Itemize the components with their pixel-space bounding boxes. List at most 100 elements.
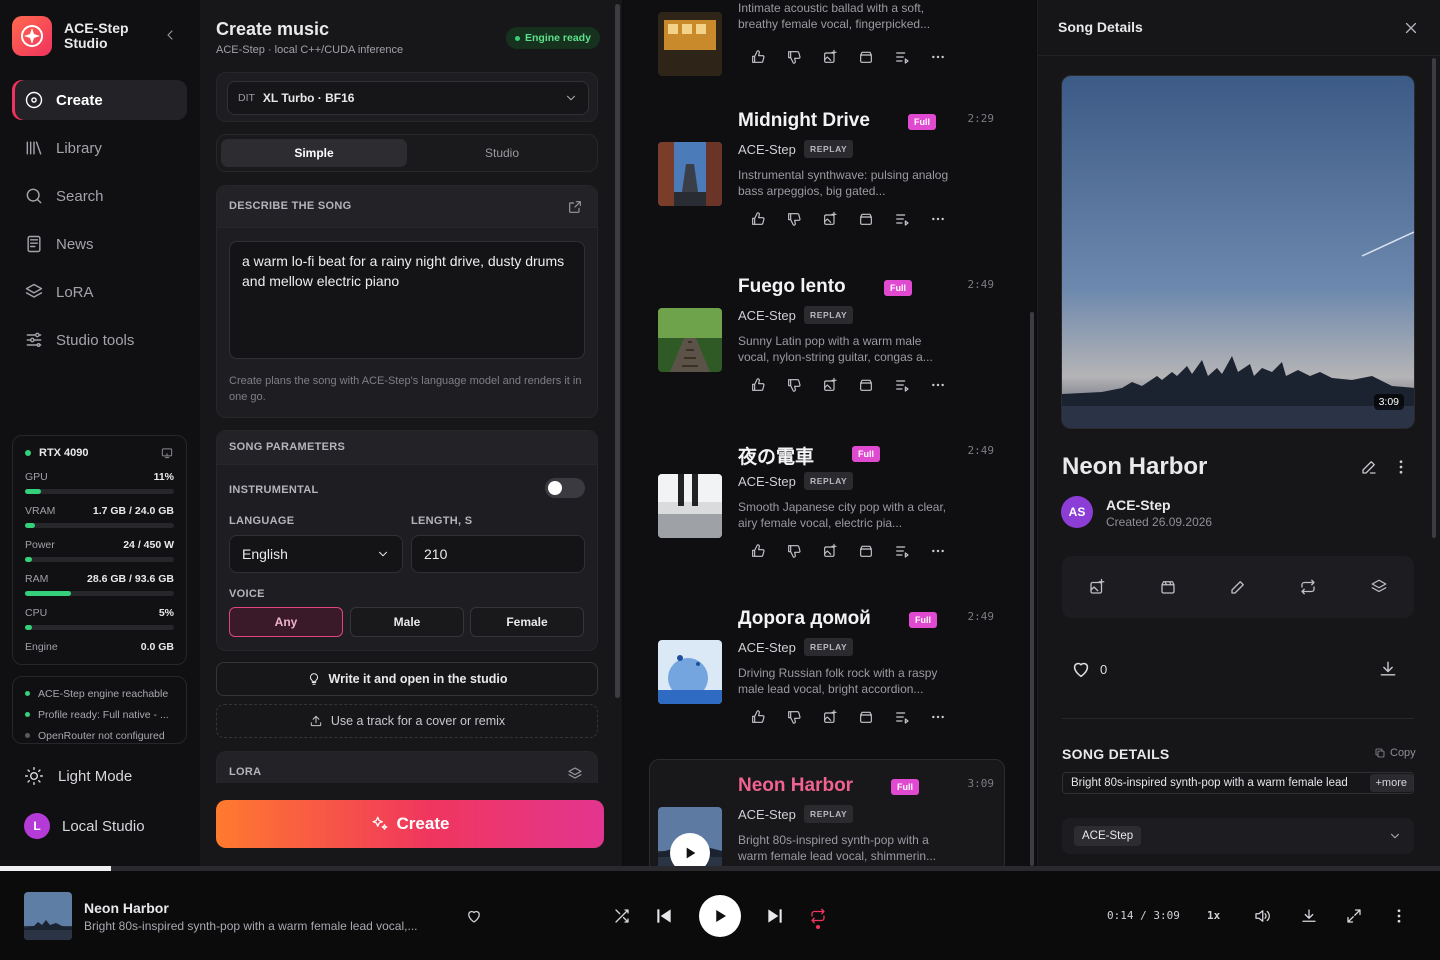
instrumental-toggle[interactable] [545,478,585,498]
expand-icon[interactable] [1345,907,1363,925]
song-title[interactable]: Midnight Drive [738,110,870,132]
thumbs-down-icon[interactable] [786,49,822,65]
cover-art[interactable]: 1 3:09 [1061,75,1415,429]
thumbs-down-icon[interactable] [786,377,822,393]
image-plus-icon[interactable] [1088,578,1106,596]
thumbs-up-icon[interactable] [750,49,786,65]
artist-name[interactable]: ACE-Step [1106,497,1171,513]
more-horizontal-icon[interactable] [930,543,966,559]
add-to-queue-icon[interactable] [894,709,930,725]
nav-studio-tools[interactable]: Studio tools [12,320,187,360]
nav-library[interactable]: Library [12,128,187,168]
mode-studio[interactable]: Studio [409,139,595,167]
image-plus-icon[interactable] [822,211,858,227]
video-icon[interactable] [858,709,894,725]
more-horizontal-icon[interactable] [930,377,966,393]
add-to-queue-icon[interactable] [894,211,930,227]
more-horizontal-icon[interactable] [930,211,966,227]
song-artist[interactable]: ACE-Step [738,807,796,822]
thumbs-up-icon[interactable] [750,211,786,227]
video-icon[interactable] [1159,578,1177,596]
voice-any[interactable]: Any [229,607,343,637]
expand-icon[interactable] [567,199,583,215]
song-artist[interactable]: ACE-Step [738,142,796,157]
list-scrollbar[interactable] [1028,0,1036,866]
song-title[interactable]: 夜の電車 [738,442,814,469]
more-vertical-icon[interactable] [1392,458,1410,476]
song-item[interactable]: Дорога домой Full 2:49 ACE-Step REPLAY Drivin… [650,608,1004,768]
song-thumbnail[interactable] [658,640,722,704]
thumbs-up-icon[interactable] [750,543,786,559]
song-item[interactable]: 夜の電車 Full 2:49 ACE-Step REPLAY Smooth Japanes… [650,442,1004,602]
cover-remix-button[interactable]: Use a track for a cover or remix [216,704,598,738]
play-button[interactable] [670,833,710,866]
language-select[interactable]: English [229,535,403,573]
nav-news[interactable]: News [12,224,187,264]
song-thumbnail[interactable] [658,474,722,538]
speed-button[interactable]: 1x [1207,909,1220,922]
add-to-queue-icon[interactable] [894,377,930,393]
collapse-sidebar-icon[interactable] [162,27,178,43]
song-item[interactable]: Neon Harbor Full 3:09 ACE-Step REPLAY Bright … [649,759,1005,866]
heart-icon[interactable] [465,907,483,925]
repeat-icon[interactable] [809,907,827,925]
edit-icon[interactable] [1360,458,1378,476]
next-icon[interactable] [765,906,785,926]
copy-button[interactable]: Copy [1374,747,1416,759]
song-title[interactable]: Дорога домой [738,608,871,630]
song-thumbnail[interactable] [658,308,722,372]
download-icon[interactable] [1300,907,1318,925]
song-title[interactable]: Neon Harbor [738,775,853,797]
volume-icon[interactable] [1253,907,1271,925]
repeat-icon[interactable] [1299,578,1317,596]
like-button[interactable]: 0 [1070,658,1107,680]
mode-simple[interactable]: Simple [221,139,407,167]
thumbs-down-icon[interactable] [786,211,822,227]
thumbs-down-icon[interactable] [786,543,822,559]
song-thumbnail[interactable] [658,12,722,76]
song-item[interactable]: Midnight Drive Full 2:29 ACE-Step REPLAY Inst… [650,110,1004,270]
add-to-queue-icon[interactable] [894,49,930,65]
add-to-queue-icon[interactable] [894,543,930,559]
shuffle-icon[interactable] [613,907,631,925]
write-open-studio-button[interactable]: Write it and open in the studio [216,662,598,696]
length-input[interactable]: 210 [411,535,585,573]
song-artist[interactable]: ACE-Step [738,640,796,655]
nav-lora[interactable]: LoRA [12,272,187,312]
layers-icon[interactable] [1370,578,1388,596]
song-artist[interactable]: ACE-Step [738,308,796,323]
more-horizontal-icon[interactable] [930,709,966,725]
previous-icon[interactable] [654,906,674,926]
theme-toggle[interactable]: Light Mode [24,766,132,786]
model-dropdown[interactable]: ACE-Step [1062,818,1414,854]
song-title[interactable]: Fuego lento [738,276,846,298]
voice-female[interactable]: Female [470,607,584,637]
close-icon[interactable] [1402,19,1420,37]
video-icon[interactable] [858,49,894,65]
thumbs-up-icon[interactable] [750,709,786,725]
more-vertical-icon[interactable] [1390,907,1408,925]
song-artist[interactable]: ACE-Step [738,474,796,489]
voice-male[interactable]: Male [350,607,464,637]
create-button[interactable]: Create [216,800,604,848]
details-scrollbar[interactable] [1432,58,1436,538]
image-plus-icon[interactable] [822,49,858,65]
pencil-icon[interactable] [1229,578,1247,596]
thumbs-up-icon[interactable] [750,377,786,393]
image-plus-icon[interactable] [822,709,858,725]
video-icon[interactable] [858,211,894,227]
cover-play-button[interactable]: 1 [1078,396,1414,428]
download-icon[interactable] [1378,659,1398,679]
player-cover[interactable] [24,892,72,940]
thumbs-down-icon[interactable] [786,709,822,725]
more-horizontal-icon[interactable] [930,49,966,65]
nav-create[interactable]: Create [12,80,187,120]
brand[interactable]: ACE-Step Studio [12,16,144,56]
song-item[interactable]: Fuego lento Full 2:49 ACE-Step REPLAY Sunny L… [650,276,1004,436]
nav-search[interactable]: Search [12,176,187,216]
video-icon[interactable] [858,543,894,559]
more-tags-button[interactable]: +more [1369,774,1413,792]
play-button[interactable] [699,895,741,937]
image-plus-icon[interactable] [822,377,858,393]
user-menu[interactable]: L Local Studio [24,813,145,839]
